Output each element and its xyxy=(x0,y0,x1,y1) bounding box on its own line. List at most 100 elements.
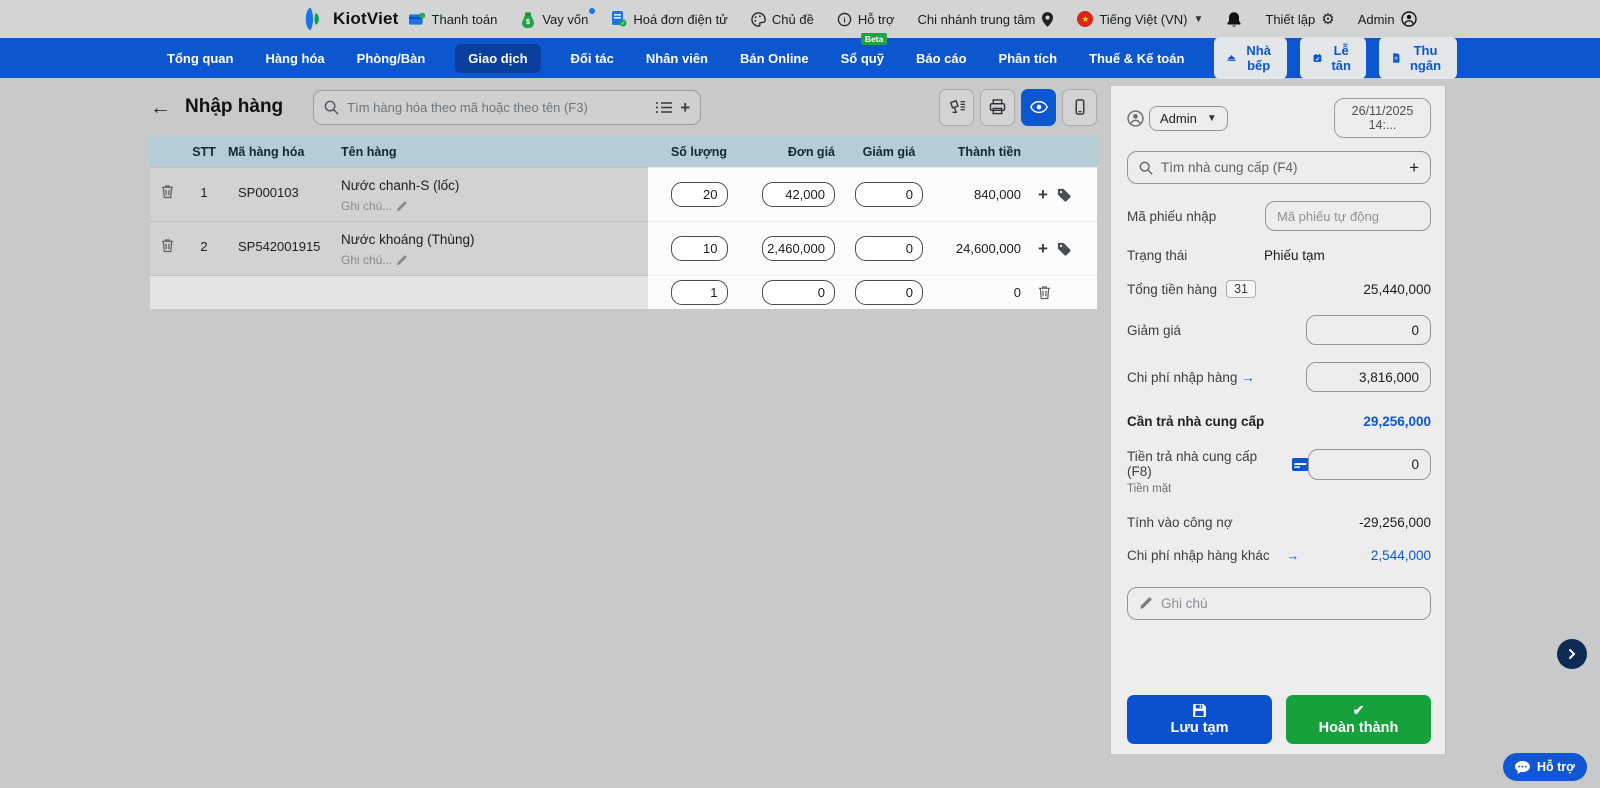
nav-tong-quan[interactable]: Tổng quan xyxy=(165,44,235,73)
nav-phong-ban[interactable]: Phòng/Bàn xyxy=(355,44,428,73)
nav-hang-hoa[interactable]: Hàng hóa xyxy=(263,44,326,73)
order-note-input[interactable] xyxy=(1161,596,1419,611)
seller-dropdown[interactable]: Admin ▼ xyxy=(1149,105,1228,131)
add-supplier-icon[interactable]: + xyxy=(1409,158,1419,178)
tag-icon[interactable] xyxy=(1057,188,1071,202)
status-value: Phiếu tạm xyxy=(1264,248,1325,263)
bell-icon xyxy=(1227,11,1242,27)
nav-phan-tich[interactable]: Phân tích xyxy=(997,44,1060,73)
row-stt: 2 xyxy=(200,239,208,254)
other-cost-label: Chi phí nhập hàng khác xyxy=(1127,548,1270,563)
chevron-down-icon: ▼ xyxy=(1206,112,1217,124)
payable-label: Cần trả nhà cung cấp xyxy=(1127,414,1265,429)
topbar-item-theme[interactable]: Chủ đề xyxy=(751,12,814,27)
row-total: 0 xyxy=(1013,285,1021,300)
status-label: Trạng thái xyxy=(1127,248,1188,263)
row-stt: 1 xyxy=(200,185,208,200)
nav-nhan-vien[interactable]: Nhân viên xyxy=(644,44,710,73)
page-title: Nhập hàng xyxy=(185,96,284,117)
discount-input[interactable]: 0 xyxy=(855,182,923,207)
row-note[interactable]: Ghi chú... xyxy=(341,253,648,267)
nav-ban-online[interactable]: Bán Online xyxy=(738,44,811,73)
save-draft-button[interactable]: Lưu tạm xyxy=(1127,695,1272,744)
collapse-panel-button[interactable] xyxy=(1557,639,1587,669)
code-label: Mã phiếu nhập xyxy=(1127,208,1217,224)
kitchen-button-label: Nhà bếp xyxy=(1246,43,1271,73)
kitchen-button[interactable]: Nhà bếp xyxy=(1214,37,1287,79)
topbar-item-help[interactable]: i Hỗ trợ Beta xyxy=(837,12,895,45)
row-product-name: Nước chanh-S (lốc) xyxy=(341,178,460,193)
settings-label: Thiết lập xyxy=(1265,11,1316,27)
arrow-right-icon[interactable]: → xyxy=(1286,548,1299,563)
add-unit-icon[interactable]: + xyxy=(1038,186,1048,203)
import-cost-input[interactable]: 3,816,000 xyxy=(1306,362,1431,392)
discount-input[interactable]: 0 xyxy=(855,236,923,261)
add-product-icon[interactable]: + xyxy=(680,99,690,116)
qty-input[interactable]: 10 xyxy=(670,236,728,261)
nav-bao-cao[interactable]: Báo cáo xyxy=(914,44,969,73)
price-input[interactable]: 42,000 xyxy=(762,182,835,207)
order-note-field[interactable] xyxy=(1127,587,1431,620)
topbar-item-label: Hoá đơn điện tử xyxy=(633,11,728,27)
topbar-item-admin[interactable]: Admin xyxy=(1358,11,1417,27)
pencil-icon xyxy=(397,254,407,265)
delete-row-icon[interactable] xyxy=(161,238,174,253)
reception-calendar-icon xyxy=(1313,53,1322,62)
debt-value: -29,256,000 xyxy=(1358,515,1431,530)
supplier-search-bar[interactable]: + xyxy=(1127,151,1431,184)
payment-card-icon[interactable] xyxy=(1291,457,1309,471)
discount-input[interactable]: 0 xyxy=(1306,315,1431,345)
svg-text:↓: ↓ xyxy=(421,13,423,18)
nav-doi-tac[interactable]: Đối tác xyxy=(569,44,616,73)
topbar-notifications[interactable] xyxy=(1226,11,1242,28)
order-code-input[interactable]: Mã phiếu tự động xyxy=(1265,201,1431,231)
nav-so-quy[interactable]: Sổ quỹ xyxy=(839,44,886,73)
row-product-name: Nước khoáng (Thùng) xyxy=(341,232,475,247)
topbar-item-settings[interactable]: Thiết lập ⚙ xyxy=(1265,12,1334,27)
list-icon[interactable] xyxy=(656,101,673,114)
payment-method-label: Tiền mặt xyxy=(1127,483,1172,495)
add-unit-icon[interactable]: + xyxy=(1038,240,1048,257)
complete-label: Hoàn thành xyxy=(1318,720,1399,736)
price-input[interactable]: 0 xyxy=(762,280,835,305)
support-button[interactable]: Hỗ trợ xyxy=(1502,753,1587,781)
reception-button[interactable]: Lễ tân xyxy=(1299,37,1367,79)
complete-button[interactable]: ✔ Hoàn thành xyxy=(1286,695,1431,744)
topbar-item-payments[interactable]: ↓ Thanh toán xyxy=(408,12,497,27)
col-header-discount: Giảm giá xyxy=(862,144,916,159)
user-icon xyxy=(1400,11,1417,27)
tag-icon[interactable] xyxy=(1057,242,1071,256)
total-goods-value: 25,440,000 xyxy=(1363,281,1431,297)
main-nav: Tổng quan Hàng hóa Phòng/Bàn Giao dịch Đ… xyxy=(0,37,1600,79)
product-search-input[interactable] xyxy=(347,99,649,115)
price-input[interactable]: 2,460,000 xyxy=(762,236,835,261)
topbar-item-loans[interactable]: $ Vay vốn xyxy=(520,7,596,28)
total-quantity-badge: 31 xyxy=(1226,280,1256,298)
row-note[interactable]: Ghi chú... xyxy=(341,199,648,213)
location-pin-icon xyxy=(1042,11,1054,27)
user-icon xyxy=(1127,109,1144,127)
topbar-language-selector[interactable]: ★ Tiếng Việt (VN) ▼ xyxy=(1077,11,1203,27)
back-arrow-icon[interactable]: ← xyxy=(150,97,171,118)
arrow-right-icon[interactable]: → xyxy=(1241,370,1255,385)
topbar-branch-selector[interactable]: Chi nhánh trung tâm xyxy=(918,12,1055,27)
kiotviet-logo[interactable]: KiotViet xyxy=(300,6,399,32)
discount-input[interactable]: 0 xyxy=(855,280,923,305)
nav-giao-dich[interactable]: Giao dịch xyxy=(455,43,541,73)
delete-row-icon[interactable] xyxy=(161,184,174,199)
qty-input[interactable]: 1 xyxy=(670,280,728,305)
topbar-item-einvoice[interactable]: ✓ Hoá đơn điện tử xyxy=(611,11,728,27)
preview-button[interactable] xyxy=(1021,88,1056,126)
supplier-search-input[interactable] xyxy=(1161,160,1402,175)
order-datetime-picker[interactable]: 26/11/2025 14:... xyxy=(1334,98,1431,138)
mobile-button[interactable] xyxy=(1062,88,1097,126)
nav-thue-ke-toan[interactable]: Thuế & Kế toán xyxy=(1087,44,1186,73)
row-total: 24,600,000 xyxy=(955,241,1021,256)
print-button[interactable] xyxy=(980,88,1015,126)
barcode-scanner-button[interactable] xyxy=(939,88,974,126)
paid-amount-input[interactable]: 0 xyxy=(1308,449,1431,480)
cashier-button[interactable]: Thu ngân xyxy=(1379,37,1457,79)
product-search-bar[interactable]: + xyxy=(313,89,702,125)
qty-input[interactable]: 20 xyxy=(670,182,728,207)
delete-row-icon[interactable] xyxy=(1038,285,1051,300)
